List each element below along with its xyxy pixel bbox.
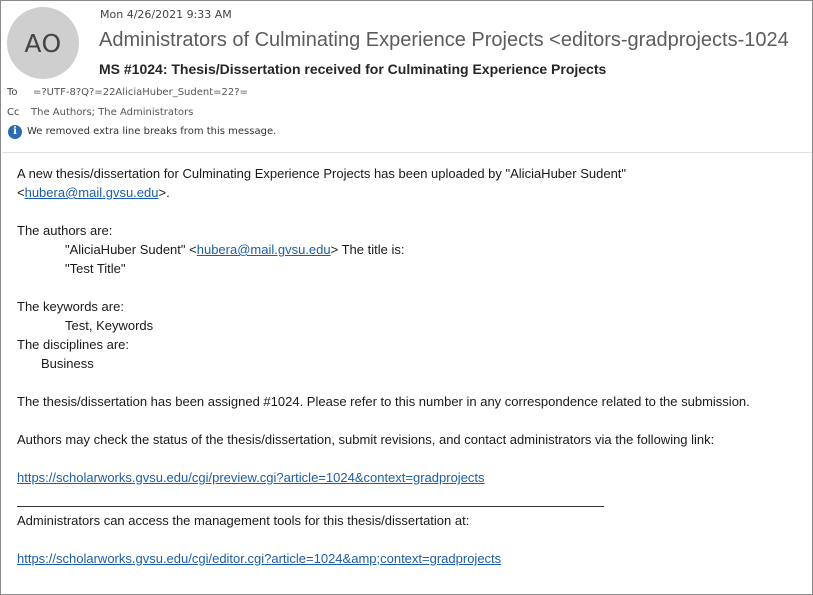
preview-link-line: https://scholarworks.gvsu.edu/cgi/previe… [17,468,807,487]
keywords-heading: The keywords are: [17,299,124,314]
disciplines-heading: The disciplines are: [17,337,129,352]
editor-link-line: https://scholarworks.gvsu.edu/cgi/editor… [17,549,807,568]
body-intro-line: A new thesis/dissertation for Culminatin… [17,166,627,181]
admins-can-line: Administrators can access the management… [17,513,470,528]
authors-heading: The authors are: [17,223,113,238]
avatar-initials: AO [24,28,62,58]
to-label: To [7,87,18,98]
keywords-value: Test, Keywords [65,318,154,333]
editor-link[interactable]: https://scholarworks.gvsu.edu/cgi/editor… [17,551,501,566]
info-icon: i [8,125,22,139]
author-email-link[interactable]: hubera@mail.gvsu.edu [25,185,159,200]
email-open-bracket: < [17,185,25,200]
author-name: "AliciaHuber Sudent" < [65,242,197,257]
discipline-value: Business [41,356,94,371]
email-reading-pane: AO Mon 4/26/2021 9:33 AM Administrators … [0,0,813,595]
sent-date: Mon 4/26/2021 9:33 AM [100,8,232,21]
author-line: "AliciaHuber Sudent" <hubera@mail.gvsu.e… [17,240,807,259]
body-intro-email-line: <hubera@mail.gvsu.edu>. [17,183,807,202]
title-label: > The title is: [330,242,405,257]
cc-recipients[interactable]: The Authors; The Administrators [31,107,193,118]
preview-link[interactable]: https://scholarworks.gvsu.edu/cgi/previe… [17,470,485,485]
to-recipient[interactable]: =?UTF-8?Q?=22AliciaHuber_Sudent=22?= [33,87,248,98]
header-divider [2,152,812,153]
authors-may-line: Authors may check the status of the thes… [17,432,715,447]
info-bar-text: We removed extra line breaks from this m… [27,126,277,137]
sender-name[interactable]: Administrators of Culminating Experience… [99,29,789,52]
author-email-link-2[interactable]: hubera@mail.gvsu.edu [197,242,331,257]
email-subject: MS #1024: Thesis/Dissertation received f… [99,61,607,77]
sender-avatar[interactable]: AO [7,7,79,79]
horizontal-rule [17,506,604,507]
email-close-bracket: >. [158,185,170,200]
thesis-title: "Test Title" [65,261,126,276]
message-body: A new thesis/dissertation for Culminatin… [17,164,807,568]
cc-label: Cc [7,107,20,118]
assigned-line: The thesis/dissertation has been assigne… [17,394,750,409]
